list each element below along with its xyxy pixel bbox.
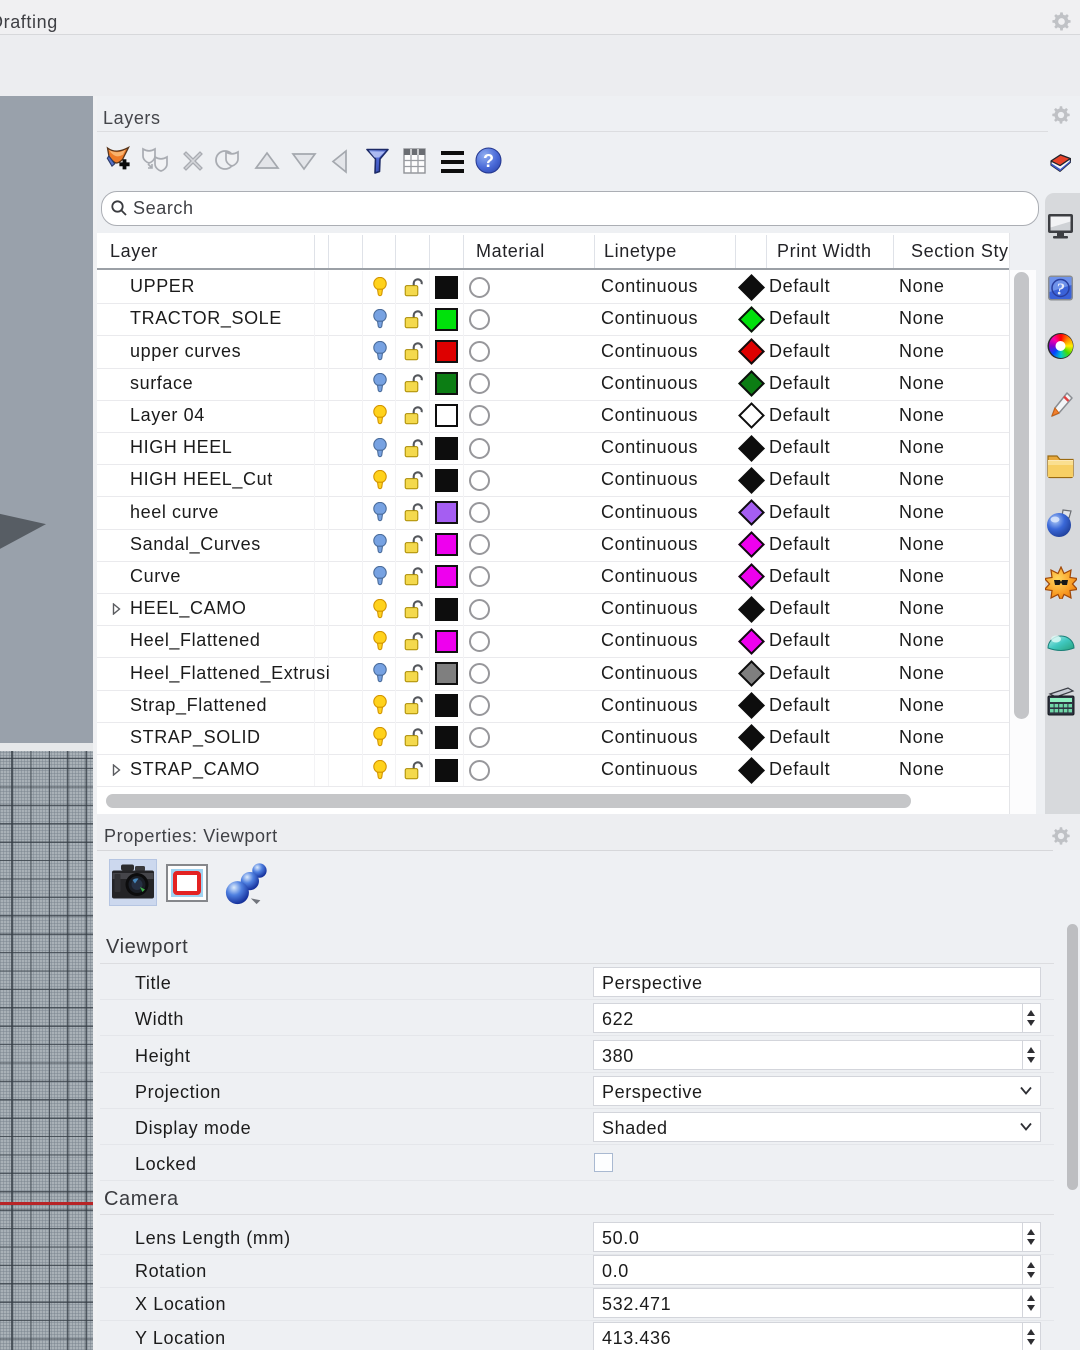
svg-text:?: ?	[1056, 280, 1065, 299]
svg-text:?: ?	[483, 151, 494, 171]
